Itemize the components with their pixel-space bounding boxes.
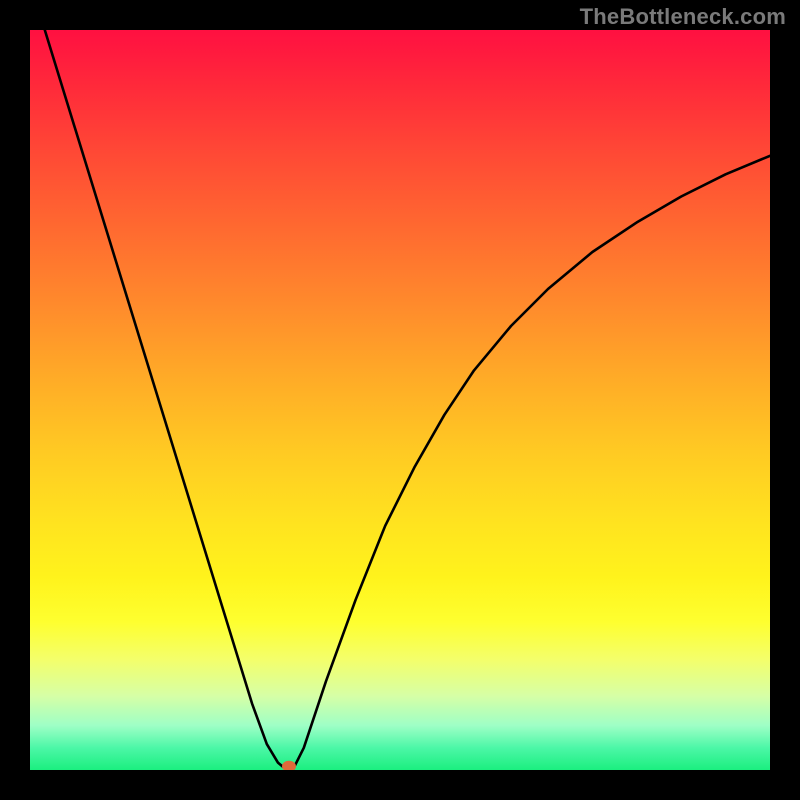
bottleneck-curve xyxy=(30,30,770,770)
curve-left-branch xyxy=(45,30,287,770)
watermark-text: TheBottleneck.com xyxy=(580,4,786,30)
marker-dot xyxy=(283,761,296,770)
curve-right-branch xyxy=(293,156,770,770)
chart-frame: TheBottleneck.com xyxy=(0,0,800,800)
plot-area xyxy=(30,30,770,770)
